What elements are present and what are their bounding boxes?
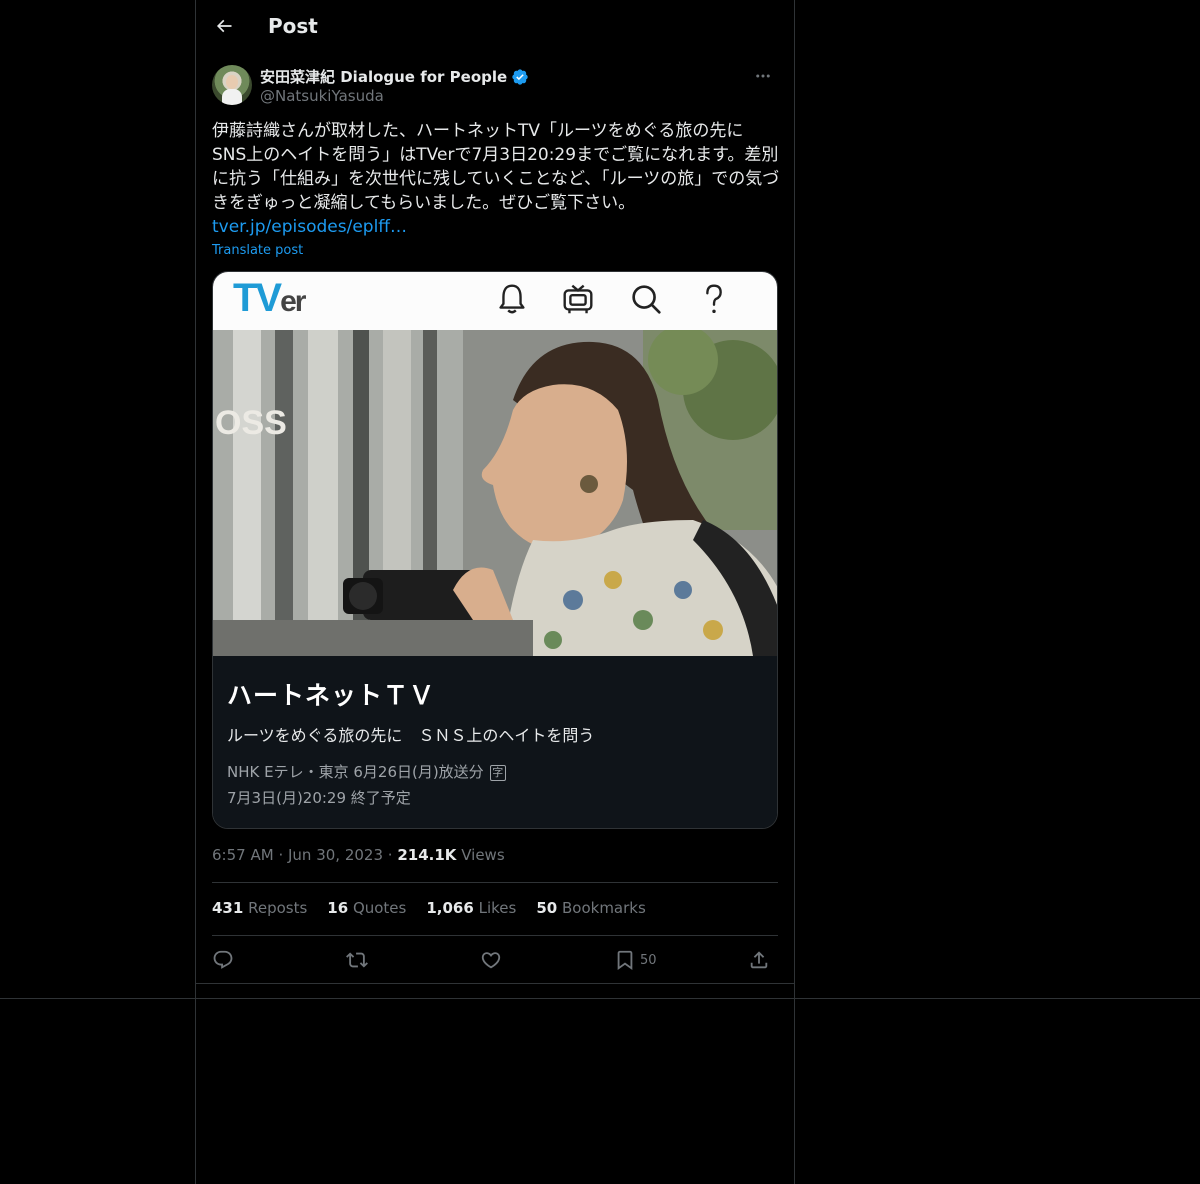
reposts-stat[interactable]: 431 Reposts	[212, 899, 307, 917]
post-date[interactable]: Jun 30, 2023	[288, 846, 383, 864]
link-card[interactable]: TVer OSS ハートネットＴＶ ルーツをめぐる旅の先に ＳＮＳ上のヘイトを問…	[212, 271, 778, 829]
like-icon	[481, 952, 501, 969]
author-name-row: 安田菜津紀 Dialogue for People	[260, 66, 529, 87]
more-dots-icon	[756, 74, 770, 78]
search-icon	[632, 285, 661, 314]
like-button[interactable]	[480, 944, 502, 976]
primary-column: Post 安田菜津紀 Dialogue for People @NatsukiY…	[195, 0, 795, 1184]
arrow-left-icon	[216, 19, 232, 33]
divider	[212, 935, 778, 936]
views-label: Views	[461, 846, 505, 864]
post-author: 安田菜津紀 Dialogue for People @NatsukiYasuda	[212, 64, 778, 108]
back-button[interactable]	[206, 8, 242, 44]
bookmarks-stat[interactable]: 50 Bookmarks	[536, 899, 645, 917]
post-time[interactable]: 6:57 AM	[212, 846, 274, 864]
repost-icon	[346, 952, 368, 968]
reply-button[interactable]	[212, 944, 234, 976]
bookmark-count: 50	[640, 952, 657, 968]
views-count: 214.1K	[397, 846, 457, 864]
subtitle-badge: 字	[489, 764, 506, 781]
more-options-button[interactable]	[748, 64, 778, 88]
photo-illustration: OSS	[213, 330, 777, 656]
bookmark-button[interactable]: 50	[614, 944, 657, 976]
svg-text:OSS: OSS	[215, 404, 287, 442]
bell-icon	[499, 284, 525, 314]
verified-badge-icon[interactable]	[511, 68, 529, 86]
post-text: 伊藤詩織さんが取材した、ハートネットTV「ルーツをめぐる旅の先に SNS上のヘイ…	[212, 121, 780, 213]
avatar[interactable]	[212, 65, 252, 105]
tver-logo: TVer	[233, 276, 307, 320]
page-title: Post	[268, 14, 318, 38]
card-expiry-info: 7月3日(月)20:29 終了予定	[227, 789, 411, 807]
author-handle[interactable]: @NatsukiYasuda	[260, 87, 384, 105]
card-subtitle: ルーツをめぐる旅の先に ＳＮＳ上のヘイトを問う	[227, 726, 595, 745]
bookmark-icon	[617, 950, 633, 971]
translate-post-link[interactable]: Translate post	[212, 243, 303, 258]
tv-icon	[563, 284, 593, 314]
reply-icon	[213, 950, 233, 969]
repost-button[interactable]	[346, 944, 368, 976]
engagement-stats: 431 Reposts 16 Quotes 1,066 Likes 50 Boo…	[212, 899, 646, 917]
card-thumbnail-image: OSS	[213, 330, 777, 656]
page-header: Post	[196, 0, 794, 54]
share-icon	[750, 951, 768, 969]
post-timestamp: 6:57 AM · Jun 30, 2023 · 214.1K Views	[212, 846, 505, 864]
author-name[interactable]: 安田菜津紀 Dialogue for People	[260, 66, 507, 87]
card-banner: TVer	[213, 272, 777, 330]
post-link[interactable]: tver.jp/episodes/eplff…	[212, 215, 407, 239]
card-title: ハートネットＴＶ	[227, 681, 436, 710]
action-bar: 50	[212, 944, 778, 976]
help-icon	[706, 284, 722, 314]
quotes-stat[interactable]: 16 Quotes	[327, 899, 406, 917]
card-info: ハートネットＴＶ ルーツをめぐる旅の先に ＳＮＳ上のヘイトを問う NHK Eテレ…	[213, 656, 777, 828]
share-button[interactable]	[748, 944, 770, 976]
divider	[212, 882, 778, 883]
likes-stat[interactable]: 1,066 Likes	[426, 899, 516, 917]
card-broadcast-info: NHK Eテレ・東京 6月26日(月)放送分字	[227, 761, 506, 782]
divider	[196, 983, 794, 984]
